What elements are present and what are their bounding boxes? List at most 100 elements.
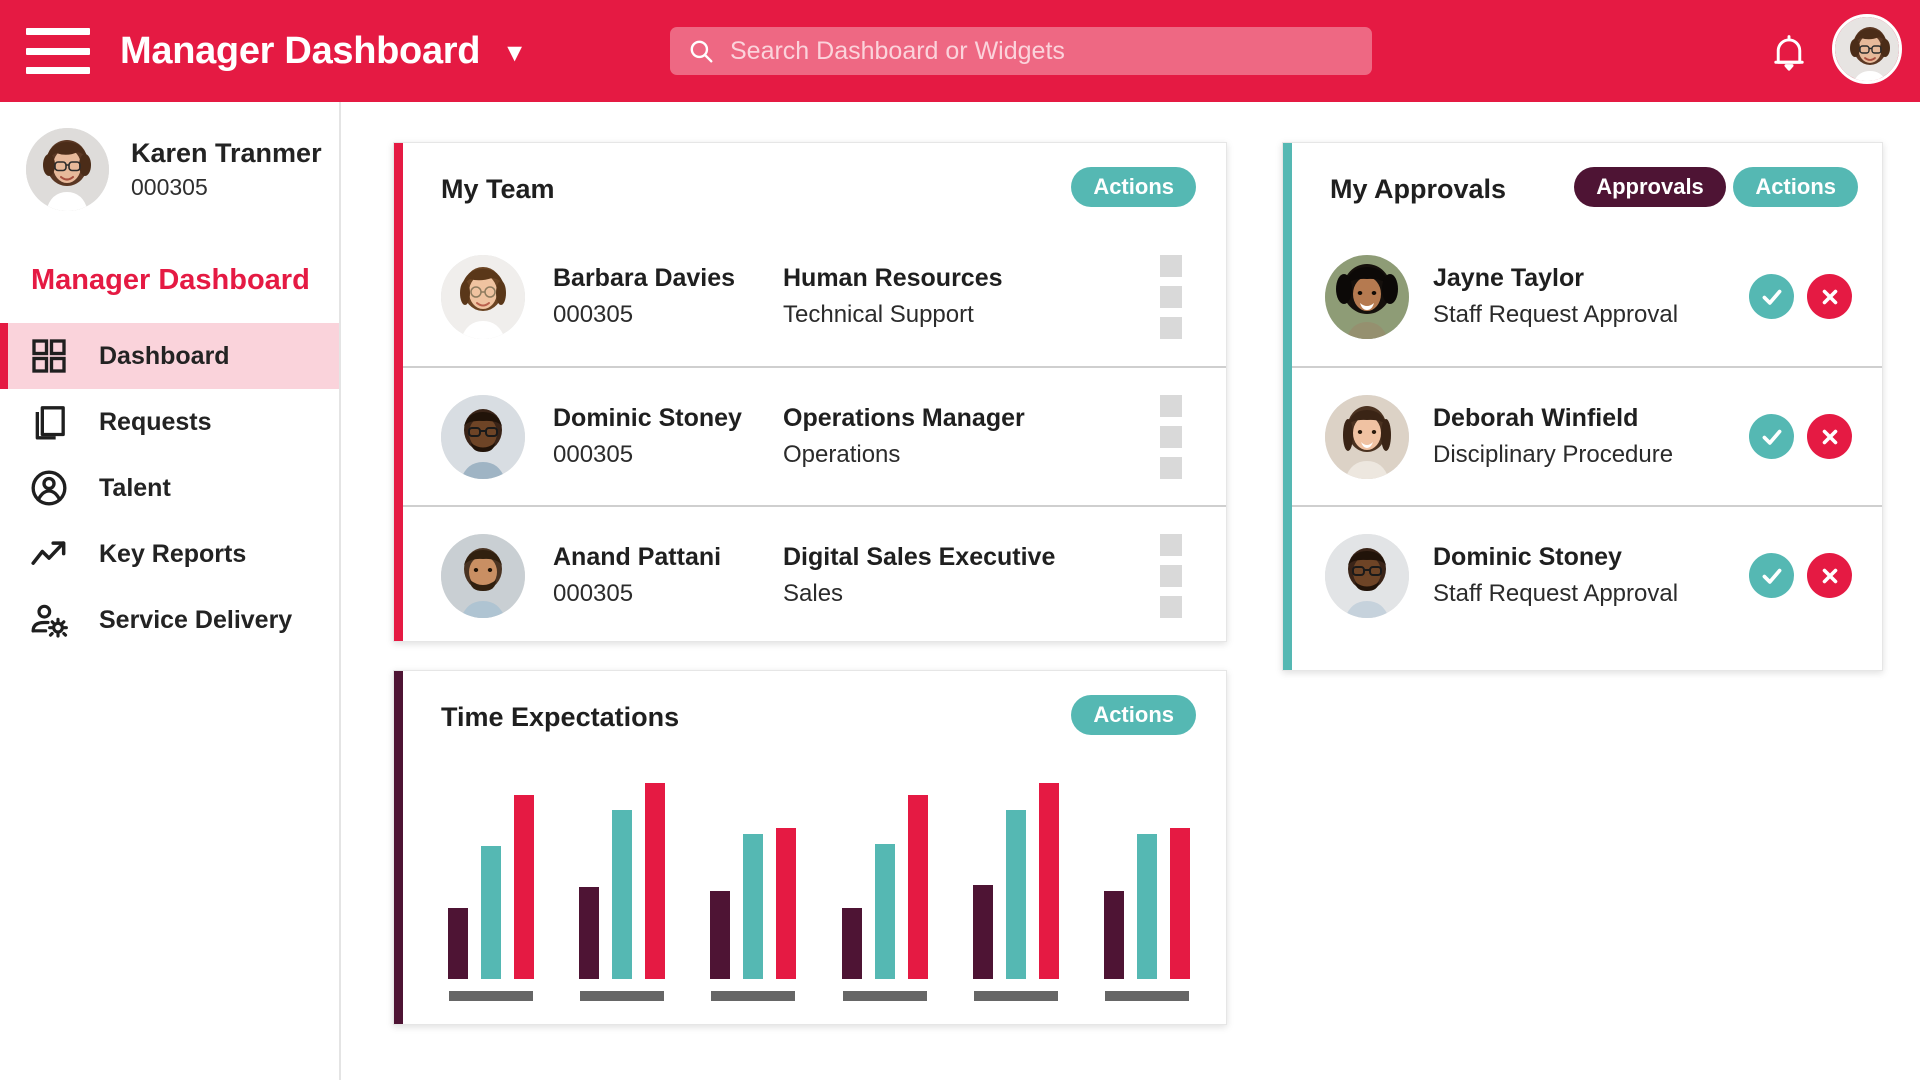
reject-button[interactable]	[1807, 414, 1852, 459]
approval-person-name: Deborah Winfield	[1433, 404, 1639, 432]
bar-group-bars	[579, 783, 666, 979]
avatar-image	[441, 254, 525, 339]
chart-actions-button[interactable]: Actions	[1071, 695, 1196, 735]
avatar-image	[1325, 394, 1409, 479]
chart-bar	[448, 908, 468, 979]
avatar	[441, 394, 525, 479]
chart-bar	[776, 828, 797, 979]
check-circle-icon	[1762, 568, 1781, 584]
avatar[interactable]	[1832, 14, 1902, 84]
table-row[interactable]: Dominic Stoney 000305 Operations Manager…	[403, 366, 1226, 505]
main-content: My Team Actions Barbara Davies 000305 Hu…	[341, 102, 1920, 1080]
approval-request-type: Staff Request Approval	[1433, 580, 1679, 607]
three-squares-menu-icon[interactable]	[1160, 394, 1182, 479]
table-row[interactable]: Anand Pattani 000305 Digital Sales Execu…	[403, 505, 1226, 644]
page-title: Manager Dashboard	[120, 29, 481, 72]
avatar-image	[1835, 17, 1899, 81]
chart-bar	[1005, 810, 1026, 979]
search-input[interactable]	[730, 27, 1372, 75]
check-circle-icon	[1762, 429, 1781, 445]
avatar	[1325, 254, 1409, 339]
bar-group-bars	[1103, 783, 1190, 979]
card-accent-bar	[1283, 143, 1292, 670]
search-bar[interactable]	[670, 27, 1372, 75]
grid-icon	[32, 339, 66, 373]
reject-button[interactable]	[1807, 553, 1852, 598]
x-circle-icon	[1822, 568, 1837, 583]
bar-group	[701, 783, 805, 1001]
card-title: My Team	[441, 174, 555, 204]
bell-icon[interactable]	[1770, 33, 1808, 73]
sidebar-item-talent[interactable]: Talent	[0, 455, 339, 521]
sidebar-nav: Dashboard Requests Talent Key Reports Se…	[0, 323, 339, 653]
table-row[interactable]: Barbara Davies 000305 Human Resources Te…	[403, 227, 1226, 366]
approvals-filter-button[interactable]: Approvals	[1574, 167, 1726, 207]
team-member-department: Sales	[783, 580, 844, 607]
avatar	[26, 128, 109, 211]
x-axis-tick	[711, 991, 796, 1001]
avatar	[441, 533, 525, 618]
team-actions-button[interactable]: Actions	[1071, 167, 1196, 207]
sidebar-item-label: Key Reports	[99, 539, 247, 568]
chart-bar	[1136, 834, 1157, 979]
sidebar-item-service-delivery[interactable]: Service Delivery	[0, 587, 339, 653]
x-axis-tick	[449, 991, 533, 1001]
approval-person-name: Jayne Taylor	[1433, 264, 1585, 292]
sidebar-item-label: Service Delivery	[99, 605, 293, 634]
time-expectations-card: Time Expectations Actions	[393, 670, 1227, 1025]
sidebar-item-label: Requests	[99, 407, 212, 436]
bar-group-bars	[972, 783, 1059, 979]
trend-up-icon	[31, 541, 66, 565]
sidebar-section-label: Manager Dashboard	[31, 264, 310, 296]
avatar	[441, 254, 525, 339]
sidebar-item-requests[interactable]: Requests	[0, 389, 339, 455]
team-member-name: Dominic Stoney	[553, 404, 742, 432]
team-member-id: 000305	[553, 301, 634, 328]
approve-button[interactable]	[1749, 274, 1794, 319]
hamburger-icon[interactable]	[26, 28, 90, 74]
approve-button[interactable]	[1749, 553, 1794, 598]
x-axis-tick	[842, 991, 927, 1001]
approval-person-name: Dominic Stoney	[1433, 543, 1622, 571]
time-expectations-bar-chart	[439, 781, 1199, 1001]
team-member-department: Technical Support	[783, 301, 974, 328]
card-accent-bar	[394, 671, 403, 1024]
avatar-image	[1325, 254, 1409, 339]
chart-bar	[710, 890, 731, 979]
approval-request-type: Disciplinary Procedure	[1433, 441, 1674, 468]
chart-bar	[579, 886, 600, 979]
avatar	[1325, 394, 1409, 479]
chart-bar	[1103, 890, 1124, 979]
sidebar-item-dashboard[interactable]: Dashboard	[0, 323, 339, 389]
sidebar-profile[interactable]: Karen Tranmer 000305	[0, 102, 339, 211]
profile-id: 000305	[131, 174, 208, 200]
list-item[interactable]: Dominic Stoney Staff Request Approval	[1292, 505, 1882, 644]
approve-button[interactable]	[1749, 414, 1794, 459]
profile-name: Karen Tranmer	[131, 138, 322, 168]
team-member-id: 000305	[553, 441, 634, 468]
approval-request-type: Staff Request Approval	[1433, 301, 1679, 328]
chart-bar	[841, 908, 862, 979]
bar-group-bars	[710, 783, 797, 979]
sidebar-item-label: Dashboard	[99, 341, 230, 370]
approvals-list: Jayne Taylor Staff Request Approval Debo…	[1292, 227, 1882, 644]
x-circle-icon	[1822, 289, 1837, 304]
sidebar: Karen Tranmer 000305 Manager Dashboard D…	[0, 102, 341, 1080]
chevron-down-icon[interactable]: ▼	[502, 40, 527, 66]
approvals-actions-button[interactable]: Actions	[1733, 167, 1858, 207]
list-item[interactable]: Jayne Taylor Staff Request Approval	[1292, 227, 1882, 366]
team-member-id: 000305	[553, 580, 634, 607]
team-member-name: Anand Pattani	[553, 543, 722, 571]
x-axis-tick	[1104, 991, 1189, 1001]
card-accent-bar	[394, 143, 403, 641]
sidebar-item-key-reports[interactable]: Key Reports	[0, 521, 339, 587]
avatar	[1325, 533, 1409, 618]
three-squares-menu-icon[interactable]	[1160, 533, 1182, 618]
search-icon	[690, 40, 713, 63]
x-circle-icon	[1822, 429, 1837, 444]
reject-button[interactable]	[1807, 274, 1852, 319]
list-item[interactable]: Deborah Winfield Disciplinary Procedure	[1292, 366, 1882, 505]
chart-bar	[972, 884, 993, 979]
three-squares-menu-icon[interactable]	[1160, 254, 1182, 339]
chart-bar	[514, 794, 534, 979]
